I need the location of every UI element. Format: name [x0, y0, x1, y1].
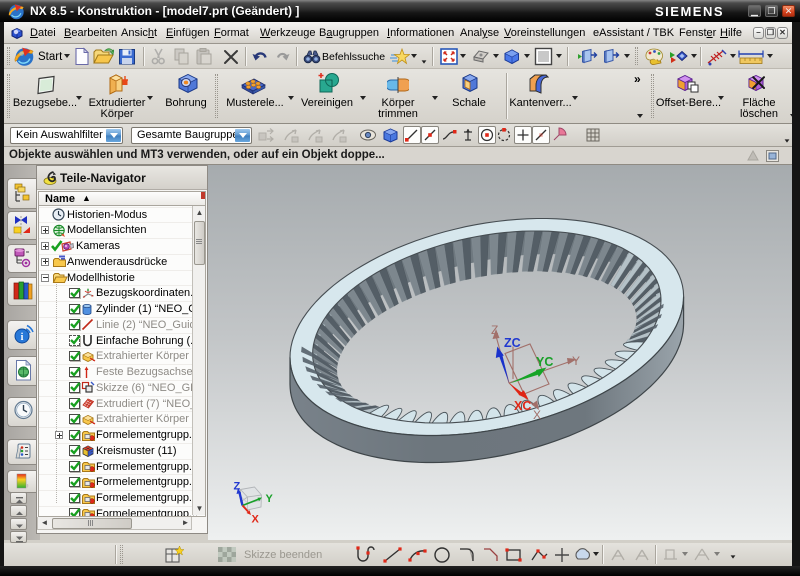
svg-text:Y: Y: [266, 493, 274, 505]
svg-text:Y: Y: [572, 354, 580, 368]
svg-text:YC: YC: [536, 355, 553, 369]
svg-text:ZC: ZC: [504, 336, 521, 350]
svg-text:Z: Z: [491, 323, 498, 337]
svg-text:X: X: [533, 408, 541, 422]
svg-text:X: X: [252, 514, 260, 526]
svg-text:XC: XC: [514, 399, 531, 413]
svg-text:Z: Z: [234, 481, 241, 493]
svg-text:i: i: [21, 332, 24, 343]
